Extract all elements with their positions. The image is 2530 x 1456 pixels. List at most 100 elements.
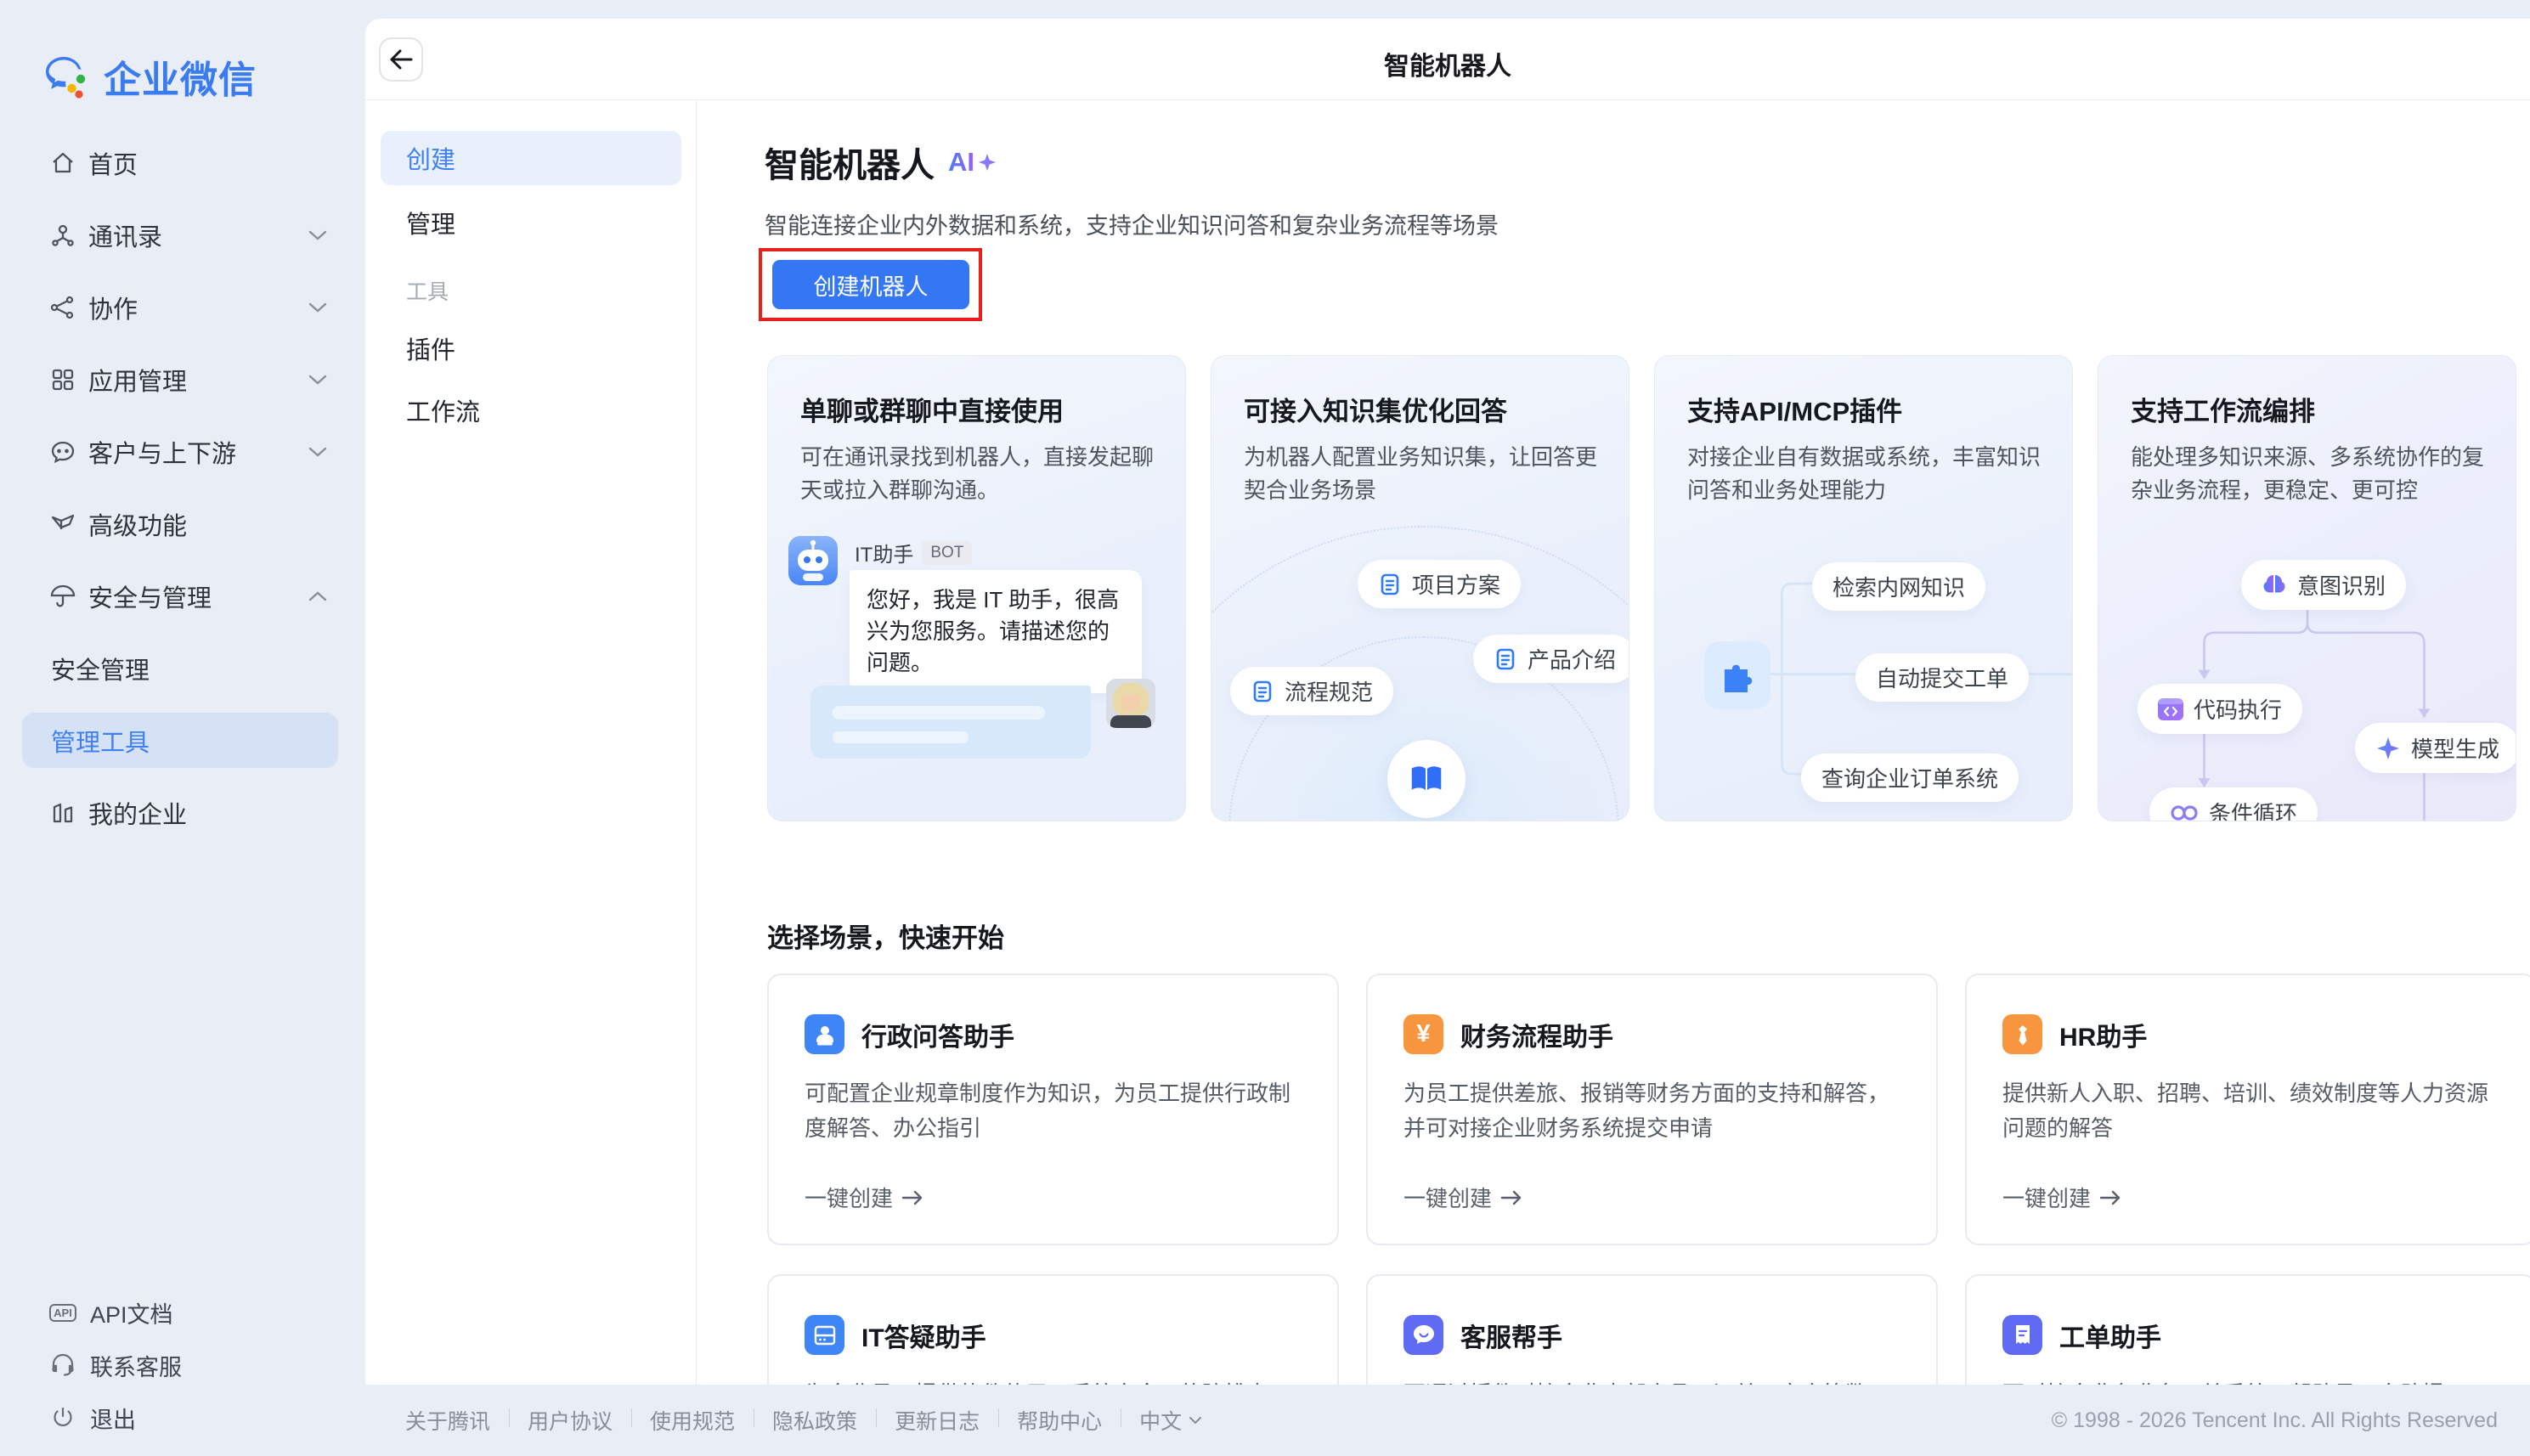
sidebar-item-api-docs[interactable]: API API文档 [0,1286,365,1339]
chevron-down-icon [308,229,328,241]
plugin-pill: 自动提交工单 [1855,653,2029,702]
scenario-title: IT答疑助手 [861,1317,986,1354]
sidebar-item-security[interactable]: 安全管理 [0,632,365,704]
footer-link-changelog[interactable]: 更新日志 [876,1405,998,1436]
subnav-item-manage[interactable]: 管理 [381,195,681,250]
sidebar-item-security-management[interactable]: 安全与管理 [0,560,365,632]
plugin-pill: 查询企业订单系统 [1801,753,2019,802]
scenario-card-finance[interactable]: ¥ 财务流程助手 为员工提供差旅、报销等财务方面的支持和解答，并可对接企业财务系… [1366,973,1938,1245]
main-panel: 智能机器人 创建 管理 工具 插件 工作流 智能机器人 AI 智能连接企业内外数… [365,19,2530,1385]
scenario-card-ticket[interactable]: 工单助手 可对接企业各业务工单系统，帮助员工自助提 [1965,1274,2530,1385]
footer-link-privacy[interactable]: 隐私政策 [754,1405,876,1436]
sidebar-item-label: API文档 [90,1296,173,1329]
sidebar-nav: 首页 通讯录 协作 应用管理 [0,127,365,849]
bot-name-row: IT助手 BOT [855,538,972,567]
one-click-create-link[interactable]: 一键创建 [1403,1182,1522,1213]
scenario-card-hr[interactable]: HR助手 提供新人入职、招聘、培训、绩效制度等人力资源问题的解答 一键创建 [1965,973,2530,1245]
wecom-logo-icon [39,50,92,103]
receipt-icon [2002,1315,2042,1355]
chevron-up-icon [308,590,328,602]
document-icon [1378,573,1402,596]
footer-link-usage[interactable]: 使用规范 [631,1405,754,1436]
link-label: 一键创建 [1403,1182,1492,1213]
brain-icon [2262,573,2287,598]
sidebar-item-label: 应用管理 [88,362,187,398]
create-robot-button[interactable]: 创建机器人 [772,260,969,309]
sidebar-item-collaboration[interactable]: 协作 [0,271,365,343]
workflow-node-loop: 条件循环 [2149,787,2318,821]
subnav-item-create[interactable]: 创建 [381,131,681,185]
feature-desc: 为机器人配置业务知识集，让回答更契合业务场景 [1244,441,1601,507]
document-icon [1494,647,1517,671]
book-icon [1387,740,1465,818]
share-nodes-icon [48,293,77,322]
bot-name: IT助手 [855,538,913,567]
sidebar-item-label: 安全管理 [51,651,150,686]
node-label: 意图识别 [2297,569,2386,601]
user-message-skeleton [810,686,1091,759]
pill-label: 自动提交工单 [1876,662,2008,693]
link-label: 一键创建 [2002,1182,2091,1213]
footer-link-agreement[interactable]: 用户协议 [509,1405,631,1436]
subnav-label: 管理 [406,205,455,240]
feature-card-chat: 单聊或群聊中直接使用 可在通讯录找到机器人，直接发起聊天或拉入群聊沟通。 IT助… [767,355,1186,821]
knowledge-pill: 项目方案 [1358,560,1521,608]
id-badge-icon [805,1014,844,1054]
feature-card-plugins: 支持API/MCP插件 对接企业自有数据或系统，丰富知识问答和业务处理能力 检索… [1654,355,2073,821]
scenario-title: 客服帮手 [1460,1317,1562,1354]
sidebar-item-customers[interactable]: 客户与上下游 [0,415,365,488]
pill-label: 查询企业订单系统 [1821,762,1998,793]
puzzle-icon [1704,641,1770,709]
scenario-card-admin-qa[interactable]: 行政问答助手 可配置企业规章制度作为知识，为员工提供行政制度解答、办公指引 一键… [767,973,1339,1245]
scenario-card-customer-service[interactable]: 客服帮手 可通过插件对接企业内部商品、订单、客户等数 [1366,1274,1938,1385]
user-avatar [1106,679,1155,728]
sidebar-item-admin-tools[interactable]: 管理工具 [0,704,365,776]
code-icon [2158,698,2183,720]
one-click-create-link[interactable]: 一键创建 [805,1182,923,1213]
skeleton-line [833,731,969,743]
feature-card-knowledge: 可接入知识集优化回答 为机器人配置业务知识集，让回答更契合业务场景 项目方案 产… [1211,355,1629,821]
sidebar-item-advanced[interactable]: 高级功能 [0,488,365,560]
footer-link-help[interactable]: 帮助中心 [998,1405,1121,1436]
page-header: 智能机器人 [365,19,2530,100]
bot-message-bubble: 您好，我是 IT 助手，很高兴为您服务。请描述您的问题。 [850,570,1142,693]
feature-title: 支持工作流编排 [2131,390,2315,428]
sidebar-item-support[interactable]: 联系客服 [0,1339,365,1391]
sidebar-item-contacts[interactable]: 通讯录 [0,199,365,271]
chevron-down-icon [308,374,328,386]
subnav-item-plugins[interactable]: 插件 [381,321,681,375]
page-subtitle: 智能连接企业内外数据和系统，支持企业知识问答和复杂业务流程等场景 [765,207,1499,240]
one-click-create-link[interactable]: 一键创建 [2002,1182,2121,1213]
feature-card-workflow: 支持工作流编排 能处理多知识来源、多系统协作的复杂业务流程，更稳定、更可控 意图… [2098,355,2516,821]
hero: 智能机器人 AI [765,138,997,187]
sidebar: 企业微信 首页 通讯录 协作 [0,0,365,1456]
workflow-node-model: 模型生成 [2355,723,2516,773]
sidebar-item-my-enterprise[interactable]: 我的企业 [0,776,365,849]
infinity-icon [2170,803,2199,822]
pill-label: 流程规范 [1285,675,1373,707]
bot-avatar-icon [788,536,838,585]
annotation-highlight-box: 创建机器人 [759,248,982,321]
contacts-icon [48,221,77,250]
subnav-item-workflow[interactable]: 工作流 [381,383,681,437]
chevron-down-icon [1189,1416,1202,1425]
subnav-label: 工作流 [406,392,480,428]
sidebar-item-label: 联系客服 [90,1349,182,1382]
sparkle-icon [977,152,997,172]
footer: 关于腾讯 用户协议 使用规范 隐私政策 更新日志 帮助中心 中文 © 1998 … [0,1385,2530,1456]
scenario-desc: 为企业员工提供软件使用、系统安全、故障排查 [805,1377,1302,1385]
feature-title: 支持API/MCP插件 [1687,390,1902,428]
scenario-desc: 可配置企业规章制度作为知识，为员工提供行政制度解答、办公指引 [805,1076,1302,1146]
footer-language-selector[interactable]: 中文 [1121,1405,1221,1436]
sidebar-item-home[interactable]: 首页 [0,127,365,199]
sidebar-item-apps[interactable]: 应用管理 [0,343,365,415]
node-label: 条件循环 [2209,797,2297,821]
chat-bubble-icon [1403,1315,1443,1355]
scenario-desc: 为员工提供差旅、报销等财务方面的支持和解答，并可对接企业财务系统提交申请 [1403,1076,1900,1146]
home-icon [48,149,77,178]
scenario-card-it-helpdesk[interactable]: IT答疑助手 为企业员工提供软件使用、系统安全、故障排查 [767,1274,1339,1385]
footer-link-about[interactable]: 关于腾讯 [387,1405,509,1436]
pill-label: 项目方案 [1412,568,1500,600]
sidebar-item-label: 高级功能 [88,506,187,542]
scenario-heading: 选择场景，快速开始 [767,917,1004,955]
